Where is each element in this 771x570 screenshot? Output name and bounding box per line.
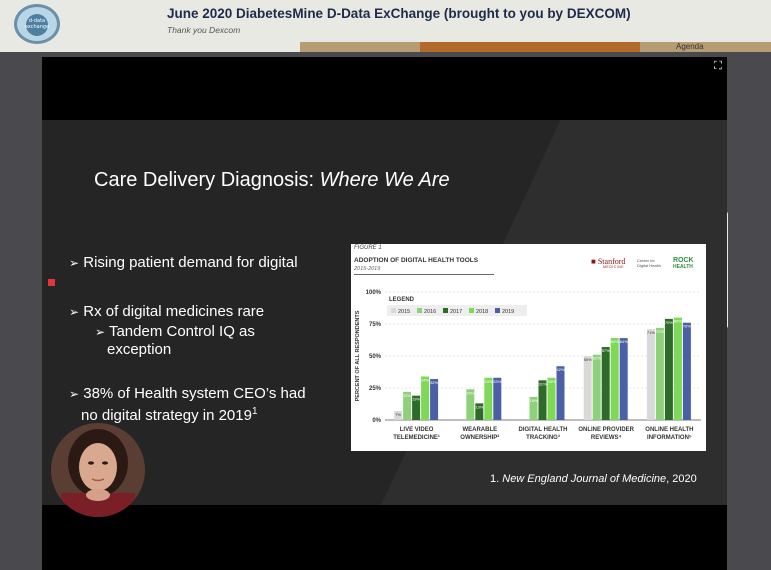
- x-tick-label: INFORMATION⁵: [647, 435, 692, 441]
- bar: [601, 347, 610, 420]
- legend-label: 2016: [424, 309, 436, 315]
- bullet-ceo-continuation: no digital strategy in 20191: [81, 403, 258, 425]
- x-tick-label: WEARABLE: [462, 427, 497, 433]
- logo-text-line2: exchange: [24, 24, 50, 30]
- bar-value-label: 64%: [620, 339, 628, 344]
- bar-value-label: 79%: [665, 320, 673, 325]
- x-tick-label: TELEMEDICINE¹: [393, 434, 440, 441]
- bar: [619, 338, 628, 420]
- bullet-ceo-strategy: ➢ 38% of Health system CEO’s had: [69, 385, 306, 403]
- bar-value-label: 33%: [493, 379, 501, 384]
- y-tick-label: 50%: [369, 354, 382, 360]
- bar-value-label: 24%: [466, 390, 474, 395]
- top-banner: d-data exchange June 2020 DiabetesMine D…: [0, 0, 771, 52]
- left-margin: [0, 52, 42, 570]
- bar: [583, 356, 592, 420]
- legend-label: 2015: [398, 309, 410, 315]
- bullet-arrow-icon: ➢: [95, 325, 106, 339]
- banner-stripe-accent: [420, 42, 640, 52]
- x-tick-label: TRACKING³: [526, 434, 560, 441]
- slide-footnote: 1. New England Journal of Medicine, 2020: [490, 473, 697, 485]
- d-data-exchange-logo: d-data exchange: [14, 4, 60, 44]
- bar: [610, 338, 619, 420]
- bar: [664, 318, 673, 420]
- y-tick-label: 75%: [369, 322, 382, 328]
- legend-swatch: [443, 308, 448, 313]
- bullet-text: Tandem Control IQ as: [108, 323, 255, 340]
- bar: [556, 366, 565, 420]
- bullet-text: Rising patient demand for digital: [83, 254, 298, 271]
- slide-title: Care Delivery Diagnosis: Where We Are: [94, 169, 450, 191]
- x-tick-label: OWNERSHIP²: [460, 434, 499, 441]
- sub-bullet-tandem: ➢ Tandem Control IQ as: [95, 323, 255, 341]
- y-axis-label: PERCENT OF ALL RESPONDENTS: [355, 310, 361, 401]
- legend-label: 2017: [450, 309, 462, 315]
- bar: [646, 329, 655, 420]
- legend-swatch: [469, 308, 474, 313]
- adoption-chart-figure: FIGURE 1 ADOPTION OF DIGITAL HEALTH TOOL…: [351, 244, 706, 451]
- bar: [484, 377, 493, 420]
- bullet-text: Rx of digital medicines rare: [83, 303, 265, 320]
- bullet-rx-digital: ➢ Rx of digital medicines rare: [69, 303, 264, 321]
- agenda-link[interactable]: Agenda: [676, 42, 704, 51]
- bar: [547, 377, 556, 420]
- bar-value-label: 31%: [538, 381, 546, 386]
- x-tick-label: ONLINE PROVIDER: [578, 427, 634, 433]
- bar-value-label: 51%: [593, 356, 601, 361]
- bar-value-label: 42%: [556, 367, 564, 372]
- bar-value-label: 50%: [584, 357, 592, 362]
- right-margin: [727, 52, 771, 570]
- event-subtitle: Thank you Dexcom: [167, 25, 241, 35]
- bar-value-label: 7%: [395, 412, 401, 417]
- x-tick-label: DIGITAL HEALTH: [519, 427, 568, 433]
- bar: [592, 354, 601, 420]
- bar-value-label: 71%: [647, 330, 655, 335]
- bullet-patient-demand: ➢ Rising patient demand for digital: [69, 254, 298, 272]
- bar-value-label: 80%: [674, 319, 682, 324]
- legend-label: 2018: [476, 309, 488, 315]
- x-tick-label: ONLINE HEALTH: [645, 427, 693, 433]
- bullet-text: 38% of Health system CEO’s had: [83, 385, 306, 402]
- bar-value-label: 33%: [484, 379, 492, 384]
- bar-value-label: 18%: [529, 398, 537, 403]
- y-tick-label: 100%: [366, 290, 382, 296]
- bullet-arrow-icon: ➢: [69, 387, 80, 401]
- legend-title: LEGEND: [389, 297, 415, 303]
- bar-value-label: 13%: [475, 404, 483, 409]
- bar-value-label: 76%: [683, 324, 691, 329]
- legend-swatch: [495, 308, 500, 313]
- bar: [493, 377, 502, 420]
- sub-bullet-continuation: exception: [107, 341, 172, 358]
- bar: [421, 376, 430, 420]
- bullet-arrow-icon: ➢: [69, 256, 80, 270]
- bar: [655, 327, 664, 420]
- legend-swatch: [417, 308, 422, 313]
- bar-value-label: 22%: [403, 393, 411, 398]
- bar-value-label: 19%: [412, 397, 420, 402]
- bar-value-label: 34%: [421, 377, 429, 382]
- event-title: June 2020 DiabetesMine D-Data ExChange (…: [167, 6, 631, 21]
- x-tick-label: REVIEWS⁴: [591, 435, 622, 441]
- y-tick-label: 0%: [372, 418, 381, 424]
- bar-value-label: 32%: [430, 380, 438, 385]
- laser-pointer-marker: [48, 279, 55, 286]
- fullscreen-icon[interactable]: ⛶: [712, 60, 724, 72]
- bar: [682, 322, 691, 420]
- footnote-ref: 1: [251, 406, 258, 417]
- presenter-webcam: [51, 423, 145, 517]
- y-tick-label: 25%: [369, 386, 382, 392]
- bar-value-label: 72%: [656, 329, 664, 334]
- x-tick-label: LIVE VIDEO: [400, 427, 434, 433]
- bullet-arrow-icon: ➢: [69, 305, 80, 319]
- bar-chart: 0% 25% 50% 75% 100% PERCENT OF ALL RESPONDENT…: [355, 290, 701, 441]
- bullet-text: no digital strategy in 2019: [81, 407, 252, 424]
- bar-value-label: 33%: [547, 379, 555, 384]
- bar: [673, 317, 682, 420]
- bar: [430, 379, 439, 420]
- bar-value-label: 57%: [602, 348, 610, 353]
- bar-value-label: 64%: [611, 339, 619, 344]
- legend-label: 2019: [502, 309, 514, 315]
- presenter-portrait: [51, 423, 145, 517]
- legend-swatch: [391, 308, 396, 313]
